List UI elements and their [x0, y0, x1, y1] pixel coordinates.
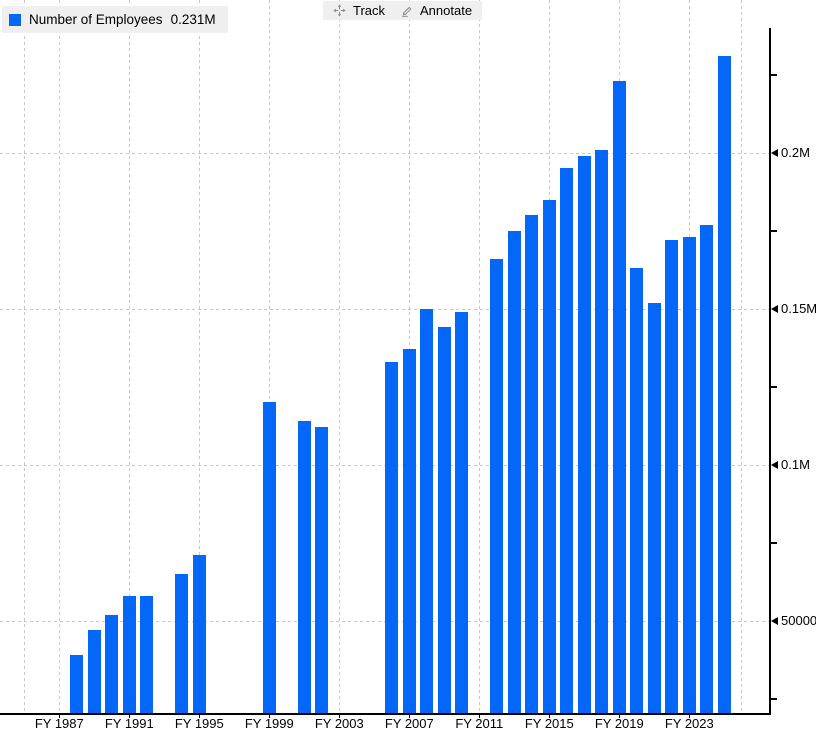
employees-bar-chart: 0.2M 0.15M 0.1M 50000 FY 1987 FY 1991 FY 1995 F… [0, 0, 816, 730]
bar-fy-1995[interactable] [193, 555, 206, 713]
pencil-icon [400, 4, 413, 17]
crosshair-move-icon [333, 4, 346, 17]
x-axis-label: FY 2019 [595, 716, 644, 730]
legend-value: 0.231M [171, 12, 216, 27]
bar-fy-2018[interactable] [595, 150, 608, 713]
bar-fy-2015[interactable] [543, 200, 556, 714]
track-button[interactable]: Track [323, 1, 395, 20]
x-axis-label: FY 1991 [105, 716, 154, 730]
vertical-gridline [339, 0, 340, 713]
bar-fy-2009[interactable] [438, 327, 451, 713]
track-label: Track [353, 3, 385, 18]
annotate-label: Annotate [420, 3, 472, 18]
bar-fy-2024[interactable] [700, 225, 713, 714]
y-axis-label: 0.2M [771, 145, 810, 161]
axis-arrow-icon [771, 617, 778, 625]
bar-fy-2012[interactable] [490, 259, 503, 713]
bar-fy-1999[interactable] [263, 402, 276, 713]
y-axis-label: 50000 [771, 613, 816, 629]
legend-label: Number of Employees [29, 12, 163, 27]
vertical-gridline [24, 0, 25, 713]
y-axis-label-text: 0.1M [781, 457, 810, 473]
bar-fy-1994[interactable] [175, 574, 188, 713]
x-axis-label: FY 1987 [35, 716, 84, 730]
bar-fy-2006[interactable] [385, 362, 398, 713]
vertical-gridline [741, 0, 742, 713]
axis-arrow-icon [771, 461, 778, 469]
horizontal-gridline [0, 153, 769, 154]
bar-fy-2021[interactable] [648, 303, 661, 714]
y-axis-line [769, 28, 771, 715]
x-axis-label: FY 2015 [525, 716, 574, 730]
y-axis-label-text: 50000 [781, 613, 816, 629]
y-axis-minor-tick [769, 230, 777, 232]
bar-fy-2002[interactable] [315, 427, 328, 713]
legend[interactable]: Number of Employees 0.231M [2, 6, 228, 33]
bar-fy-2008[interactable] [420, 309, 433, 713]
x-axis-label: FY 2007 [385, 716, 434, 730]
x-axis-label: FY 2003 [315, 716, 364, 730]
axis-arrow-icon [771, 149, 778, 157]
legend-swatch-icon [9, 14, 21, 26]
y-axis-minor-tick [769, 542, 777, 544]
annotate-button[interactable]: Annotate [390, 1, 482, 20]
y-axis-label: 0.15M [771, 301, 816, 317]
bar-fy-2014[interactable] [525, 215, 538, 713]
bar-fy-2010[interactable] [455, 312, 468, 713]
bar-fy-1989[interactable] [88, 630, 101, 713]
bar-fy-2013[interactable] [508, 231, 521, 713]
bar-fy-2023[interactable] [683, 237, 696, 713]
axis-arrow-icon [771, 305, 778, 313]
y-axis-minor-tick [769, 74, 777, 76]
x-axis-line [0, 713, 771, 715]
y-axis-label: 0.1M [771, 457, 810, 473]
x-axis-label: FY 2023 [665, 716, 714, 730]
vertical-gridline [59, 0, 60, 713]
bar-fy-2001[interactable] [298, 421, 311, 713]
bar-fy-2007[interactable] [403, 349, 416, 713]
bar-fy-2025[interactable] [718, 56, 731, 713]
y-axis-label-text: 0.2M [781, 145, 810, 161]
bar-fy-1992[interactable] [140, 596, 153, 713]
bar-fy-1990[interactable] [105, 615, 118, 714]
bar-fy-2019[interactable] [613, 81, 626, 713]
y-axis-label-text: 0.15M [781, 301, 816, 317]
x-axis-label: FY 1995 [175, 716, 224, 730]
x-axis-label: FY 1999 [245, 716, 294, 730]
bar-fy-1988[interactable] [70, 655, 83, 713]
y-axis-minor-tick [769, 386, 777, 388]
bar-fy-2017[interactable] [578, 156, 591, 713]
bar-fy-2016[interactable] [560, 168, 573, 713]
bar-fy-1991[interactable] [123, 596, 136, 713]
y-axis-minor-tick [769, 698, 777, 700]
x-axis-label: FY 2011 [455, 716, 503, 730]
bar-fy-2022[interactable] [665, 240, 678, 713]
bar-fy-2020[interactable] [630, 268, 643, 713]
vertical-gridline [479, 0, 480, 713]
